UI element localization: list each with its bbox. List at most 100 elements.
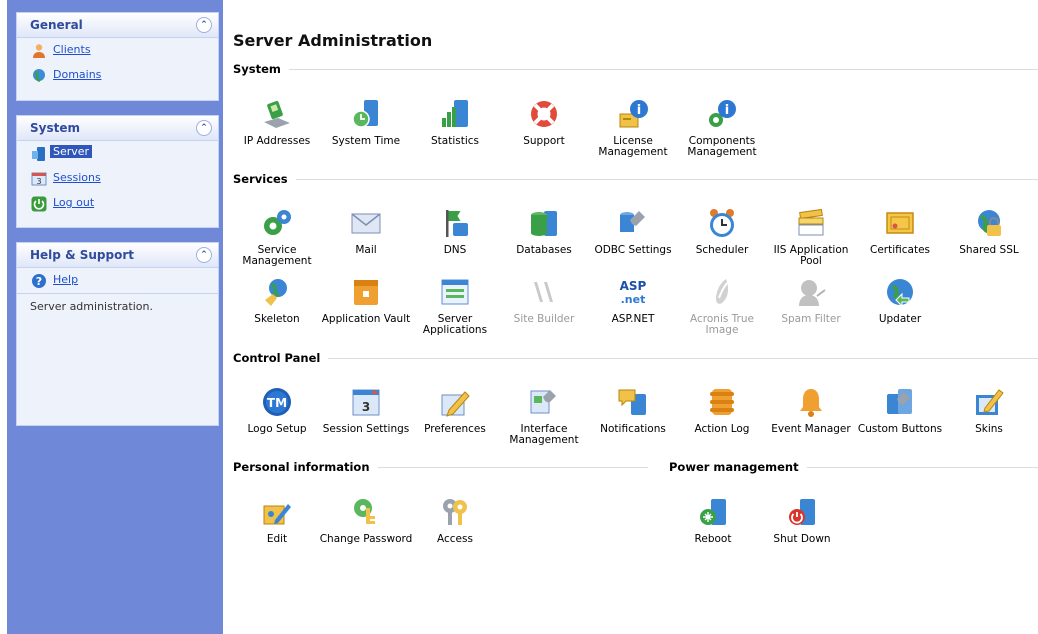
shared-ssl-icon: [978, 210, 1001, 236]
nav-item-sessions[interactable]: 3 Sessions: [17, 166, 218, 191]
tool-skins[interactable]: Skins: [942, 386, 1036, 435]
tool-site-builder[interactable]: Site Builder: [497, 276, 591, 325]
reboot-icon: [700, 499, 726, 525]
ip-addresses-icon: [264, 100, 290, 128]
panel-title: General: [30, 18, 83, 32]
panel-header-general[interactable]: General ⌃: [17, 13, 218, 38]
collapse-chevron-icon[interactable]: ⌃: [196, 120, 212, 136]
tool-databases[interactable]: Databases: [497, 207, 591, 256]
panel-header-system[interactable]: System ⌃: [17, 116, 218, 141]
tool-server-applications[interactable]: Server Applications: [408, 276, 502, 336]
tool-preferences[interactable]: Preferences: [408, 386, 502, 435]
tool-spam-filter[interactable]: Spam Filter: [764, 276, 858, 325]
nav-item-help[interactable]: ? Help: [17, 268, 218, 293]
tool-mail[interactable]: Mail: [319, 207, 413, 256]
client-user-icon: [33, 44, 45, 58]
collapse-chevron-icon[interactable]: ⌃: [196, 17, 212, 33]
nav-label[interactable]: Log out: [53, 196, 94, 209]
tool-support[interactable]: Support: [497, 98, 591, 147]
tool-label: Logo Setup: [247, 423, 307, 435]
envelope-icon: [351, 213, 381, 234]
tool-dns[interactable]: DNS: [408, 207, 502, 256]
nav-label[interactable]: Domains: [53, 68, 101, 81]
main-content: Server Administration System IP Addresse…: [224, 0, 1038, 634]
tool-service-management[interactable]: Service Management: [230, 207, 324, 267]
panel-title: Help & Support: [30, 248, 134, 262]
tool-custom-buttons[interactable]: Custom Buttons: [853, 386, 947, 435]
nav-item-clients[interactable]: Clients: [17, 38, 218, 63]
acronis-icon: [716, 279, 729, 304]
nav-label[interactable]: Clients: [53, 43, 91, 56]
tool-label: Updater: [878, 313, 922, 325]
tool-label: Spam Filter: [781, 313, 841, 325]
tool-label: DNS: [443, 244, 467, 256]
tool-label: Interface Management: [509, 423, 579, 446]
server-icon: [32, 147, 45, 161]
tool-label: Server Applications: [422, 313, 488, 336]
updater-icon: [887, 279, 913, 308]
panel-header-help[interactable]: Help & Support ⌃: [17, 243, 218, 268]
tool-application-vault[interactable]: Application Vault: [319, 276, 413, 325]
svg-text:ASP: ASP: [620, 279, 647, 293]
tool-statistics[interactable]: Statistics: [408, 98, 502, 147]
server-applications-icon: [441, 279, 469, 305]
nav-item-server[interactable]: Server: [17, 141, 218, 166]
tool-odbc-settings[interactable]: ODBC Settings: [586, 207, 680, 256]
collapse-chevron-icon[interactable]: ⌃: [196, 247, 212, 263]
nav-label[interactable]: Server: [50, 145, 93, 158]
tool-label: Event Manager: [771, 423, 851, 435]
tool-logo-setup[interactable]: TM Logo Setup: [230, 386, 324, 435]
tool-reboot[interactable]: Reboot: [666, 496, 760, 545]
tool-notifications[interactable]: Notifications: [586, 386, 680, 435]
tool-label: Components Management: [687, 135, 757, 158]
tool-label: Acronis True Image: [690, 313, 754, 336]
tool-label: IIS Application Pool: [773, 244, 849, 267]
tool-system-time[interactable]: System Time: [319, 98, 413, 147]
nav-label[interactable]: Sessions: [53, 171, 101, 184]
nav-label[interactable]: Help: [53, 273, 78, 286]
application-vault-icon: [354, 280, 378, 305]
tool-scheduler[interactable]: Scheduler: [675, 207, 769, 256]
tool-action-log[interactable]: Action Log: [675, 386, 769, 435]
tool-access[interactable]: Access: [408, 496, 502, 545]
tool-label: Mail: [355, 244, 377, 256]
edit-icon: [263, 504, 291, 525]
tool-label: Skeleton: [254, 313, 300, 325]
svg-text:i: i: [725, 103, 729, 118]
tool-license-management[interactable]: i License Management: [586, 98, 680, 158]
tool-label: Shared SSL: [959, 244, 1019, 256]
tool-aspnet[interactable]: ASP .net ASP.NET: [586, 276, 680, 325]
tool-label: Shut Down: [773, 533, 831, 545]
tool-shared-ssl[interactable]: Shared SSL: [942, 207, 1036, 256]
tool-label: License Management: [598, 135, 668, 158]
tool-event-manager[interactable]: Event Manager: [764, 386, 858, 435]
tool-session-settings[interactable]: 3 Session Settings: [319, 386, 413, 435]
gears-icon: [264, 210, 291, 235]
svg-text:i: i: [637, 103, 641, 118]
page-title: Server Administration: [233, 31, 433, 50]
tool-change-password[interactable]: Change Password: [319, 496, 413, 545]
nav-item-log-out[interactable]: Log out: [17, 191, 218, 216]
tool-label: IP Addresses: [243, 135, 311, 147]
tool-components-management[interactable]: i Components Management: [675, 98, 769, 158]
change-password-icon: [354, 499, 375, 524]
nav-item-domains[interactable]: Domains: [17, 63, 218, 88]
preferences-icon: [441, 391, 470, 417]
tool-skeleton[interactable]: Skeleton: [230, 276, 324, 325]
tool-shut-down[interactable]: Shut Down: [755, 496, 849, 545]
logo-tm-icon: TM: [263, 388, 291, 416]
tool-edit[interactable]: Edit: [230, 496, 324, 545]
section-header-control-panel: Control Panel: [233, 351, 1038, 365]
tool-updater[interactable]: Updater: [853, 276, 947, 325]
custom-buttons-icon: [887, 389, 912, 414]
tool-iis-application-pool[interactable]: IIS Application Pool: [764, 207, 858, 267]
tool-certificates[interactable]: Certificates: [853, 207, 947, 256]
tool-ip-addresses[interactable]: IP Addresses: [230, 98, 324, 147]
alarm-clock-icon: [710, 209, 734, 237]
tool-interface-management[interactable]: Interface Management: [497, 386, 591, 446]
tool-acronis-true-image[interactable]: Acronis True Image: [675, 276, 769, 336]
access-keys-icon: [443, 499, 467, 525]
section-title: Control Panel: [233, 351, 329, 365]
iis-pool-icon: [798, 208, 824, 236]
tool-label: System Time: [331, 135, 401, 147]
